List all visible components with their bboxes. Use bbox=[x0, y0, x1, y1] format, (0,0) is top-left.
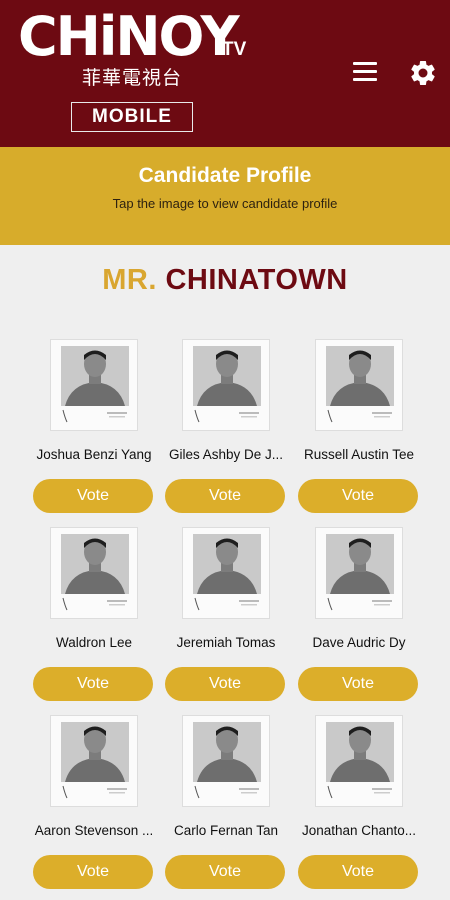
candidate-photo[interactable] bbox=[182, 527, 270, 619]
candidate-name: Jeremiah Tomas bbox=[176, 635, 276, 650]
logo-chinese-text: 菲華電視台 bbox=[82, 67, 183, 89]
candidate-name: Aaron Stevenson ... bbox=[34, 823, 154, 838]
candidate-photo[interactable] bbox=[315, 527, 403, 619]
candidate-name: Carlo Fernan Tan bbox=[173, 823, 279, 838]
vote-button[interactable]: Vote bbox=[298, 667, 418, 701]
candidate-name: Joshua Benzi Yang bbox=[36, 447, 152, 462]
app-header: CHiNOY TV 菲華電視台 MOBILE bbox=[0, 0, 450, 147]
candidate-photo-image bbox=[316, 528, 402, 618]
candidate-photo-image bbox=[51, 528, 137, 618]
vote-button[interactable]: Vote bbox=[298, 479, 418, 513]
banner-subtitle: Tap the image to view candidate profile bbox=[112, 196, 338, 211]
logo-wordmark: CHiNOY bbox=[18, 5, 240, 68]
section-title-prefix: MR. bbox=[102, 264, 157, 296]
candidate-name: Dave Audric Dy bbox=[312, 635, 406, 650]
candidate-name: Russell Austin Tee bbox=[303, 447, 415, 462]
candidate-photo-image bbox=[183, 528, 269, 618]
candidate-photo-image bbox=[316, 340, 402, 430]
gear-icon[interactable] bbox=[408, 58, 438, 88]
candidate-photo-image bbox=[51, 340, 137, 430]
section-title: MR. CHINATOWN bbox=[0, 264, 450, 297]
candidate-card: Waldron Lee Vote bbox=[33, 527, 167, 701]
candidate-photo[interactable] bbox=[50, 715, 138, 807]
candidate-photo[interactable] bbox=[315, 715, 403, 807]
vote-button[interactable]: Vote bbox=[33, 479, 153, 513]
logo-tv-mark: TV bbox=[222, 39, 247, 60]
vote-button[interactable]: Vote bbox=[298, 855, 418, 889]
vote-button[interactable]: Vote bbox=[165, 479, 285, 513]
candidate-card: Russell Austin Tee Vote bbox=[298, 339, 432, 513]
candidate-card: Joshua Benzi Yang Vote bbox=[33, 339, 167, 513]
candidate-photo-image bbox=[183, 340, 269, 430]
candidate-name: Giles Ashby De J... bbox=[168, 447, 284, 462]
candidate-photo[interactable] bbox=[315, 339, 403, 431]
candidate-card: Dave Audric Dy Vote bbox=[298, 527, 432, 701]
hamburger-menu-icon[interactable] bbox=[353, 62, 377, 82]
vote-button[interactable]: Vote bbox=[33, 667, 153, 701]
vote-button[interactable]: Vote bbox=[165, 855, 285, 889]
section-title-main: CHINATOWN bbox=[165, 264, 348, 296]
candidate-photo[interactable] bbox=[182, 339, 270, 431]
candidate-profile-banner: Candidate Profile Tap the image to view … bbox=[0, 147, 450, 245]
candidate-photo-image bbox=[183, 716, 269, 806]
candidate-photo[interactable] bbox=[182, 715, 270, 807]
candidate-photo-image bbox=[316, 716, 402, 806]
candidate-photo-image bbox=[51, 716, 137, 806]
candidate-photo[interactable] bbox=[50, 527, 138, 619]
candidate-photo[interactable] bbox=[50, 339, 138, 431]
chinoy-tv-logo[interactable]: CHiNOY TV 菲華電視台 MOBILE bbox=[18, 6, 250, 136]
candidate-card: Jonathan Chanto... Vote bbox=[298, 715, 432, 889]
logo-mobile-badge: MOBILE bbox=[71, 102, 193, 132]
banner-title: Candidate Profile bbox=[138, 164, 312, 187]
vote-button[interactable]: Vote bbox=[165, 667, 285, 701]
candidate-card: Carlo Fernan Tan Vote bbox=[165, 715, 299, 889]
candidate-name: Jonathan Chanto... bbox=[301, 823, 417, 838]
candidate-name: Waldron Lee bbox=[55, 635, 133, 650]
candidate-card: Aaron Stevenson ... Vote bbox=[33, 715, 167, 889]
vote-button[interactable]: Vote bbox=[33, 855, 153, 889]
candidate-card: Jeremiah Tomas Vote bbox=[165, 527, 299, 701]
candidate-card: Giles Ashby De J... Vote bbox=[165, 339, 299, 513]
